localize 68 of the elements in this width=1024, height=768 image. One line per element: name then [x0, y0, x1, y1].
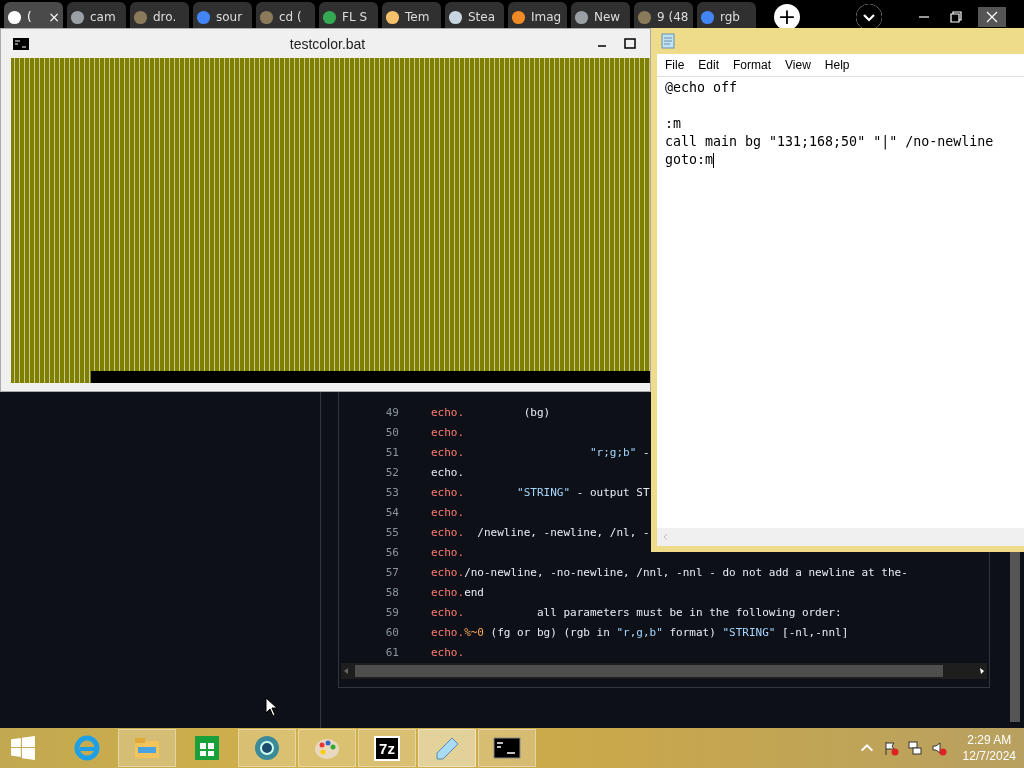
code-line: echo. /newline, -newline, /nl, - — [431, 525, 650, 539]
text-editor[interactable]: @echo off :m call main bg "131;168;50" "|" /no-newline goto:m — [657, 76, 1024, 528]
start-button[interactable] — [10, 735, 36, 761]
code-line: echo. — [431, 545, 465, 559]
line-number: 59 — [384, 605, 399, 619]
favicon-icon — [133, 9, 148, 25]
favicon-icon — [448, 9, 463, 25]
new-tab-button[interactable]: + — [774, 4, 800, 30]
flag-icon[interactable] — [882, 740, 899, 756]
taskbar-app[interactable] — [238, 729, 296, 767]
favicon-icon — [385, 9, 400, 25]
globe-icon — [252, 733, 282, 763]
line-number: 53 — [384, 485, 399, 499]
favicon-icon — [7, 9, 22, 25]
taskbar-app[interactable] — [478, 729, 536, 767]
menu-item[interactable]: Help — [824, 58, 850, 72]
code-line: echo. — [431, 645, 465, 659]
taskbar-app[interactable]: 7z — [358, 729, 416, 767]
code-line: echo. "STRING" - output ST — [431, 485, 650, 499]
close-tab-button[interactable]: × — [48, 9, 60, 25]
scroll-thumb[interactable] — [355, 665, 943, 677]
code-line: echo. "r;g;b" - — [431, 445, 650, 459]
ie-icon — [72, 733, 102, 763]
horizontal-scrollbar[interactable] — [341, 663, 987, 679]
network-icon[interactable] — [906, 740, 923, 756]
menu-item[interactable]: Format — [733, 58, 772, 72]
line-number: 56 — [384, 545, 399, 559]
code-line: echo. — [431, 465, 465, 479]
console-icon — [13, 37, 29, 50]
code-line: echo. (bg) — [431, 405, 551, 419]
code-line: echo. — [431, 505, 465, 519]
volume-icon[interactable] — [930, 740, 947, 756]
code-line: echo.%~0 (fg or bg) (rgb in "r,g,b" format) "STRING" [-nl,-nnl] — [431, 625, 849, 639]
favicon-icon — [700, 9, 715, 25]
code-line: echo. all parameters must be in the following order: — [431, 605, 842, 619]
line-number: 50 — [384, 425, 399, 439]
store-icon — [192, 733, 222, 763]
code-line: echo./no-newline, -no-newline, /nnl, -nnl - do not add a newline at the- — [431, 565, 908, 579]
line-number: 54 — [384, 505, 399, 519]
favicon-icon — [259, 9, 274, 25]
favicon-icon — [196, 9, 211, 25]
notepad-icon — [661, 33, 675, 49]
code-line: echo. — [431, 425, 465, 439]
code-line: echo.end — [431, 585, 484, 599]
menu-item[interactable]: Edit — [698, 58, 720, 72]
favicon-icon — [70, 9, 85, 25]
line-number: 52 — [384, 465, 399, 479]
line-number: 49 — [384, 405, 399, 419]
favicon-icon — [511, 9, 526, 25]
menu-item[interactable]: View — [785, 58, 811, 72]
line-number: 55 — [384, 525, 399, 539]
vertical-scrollbar[interactable] — [1010, 552, 1020, 722]
window-title: testcolor.bat — [288, 35, 367, 52]
line-number: 60 — [384, 625, 399, 639]
horizontal-scrollbar[interactable] — [657, 528, 1024, 546]
line-number: 51 — [384, 445, 399, 459]
favicon-icon — [637, 9, 652, 25]
mouse-pointer-icon — [265, 697, 277, 717]
line-number: 61 — [384, 645, 399, 659]
tab-search-icon[interactable] — [856, 4, 882, 30]
line-number: 57 — [384, 565, 399, 579]
favicon-icon — [322, 9, 337, 25]
archiver-icon: 7z — [374, 735, 400, 761]
close-icon[interactable] — [978, 7, 1006, 27]
line-number: 58 — [384, 585, 399, 599]
favicon-icon — [574, 9, 589, 25]
scroll-right-icon[interactable] — [977, 666, 987, 676]
menu-item[interactable]: File — [665, 58, 685, 72]
